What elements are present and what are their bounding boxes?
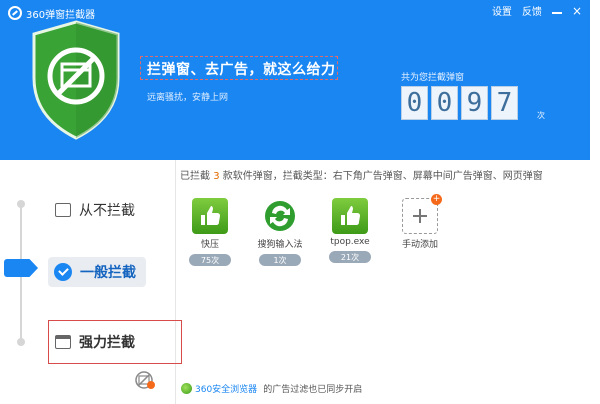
header-banner: 360弹窗拦截器 设置 反馈 × 拦弹窗、去广告，就这么给力 远离骚扰，安静上网… [0, 0, 590, 160]
blocked-apps-list: 快压 75次 搜狗输入法 1次 tpop.exe 21次 + 手动添加 [185, 194, 445, 266]
app-item[interactable]: tpop.exe 21次 [325, 198, 375, 266]
add-app-button[interactable]: + 手动添加 [395, 194, 445, 266]
popup-block-small-icon[interactable] [134, 370, 156, 390]
window-controls: 设置 反馈 × [492, 3, 582, 19]
slider-pointer-handle[interactable] [4, 259, 38, 277]
browser-name: 360安全浏览器 [195, 385, 258, 395]
window-title: 360弹窗拦截器 [26, 9, 96, 21]
sogou-icon [262, 198, 298, 234]
mode-normal-label: 一般拦截 [80, 265, 136, 281]
summary-suffix: 款软件弹窗，拦截类型：右下角广告弹窗、屏幕中间广告弹窗、网页弹窗 [222, 171, 543, 182]
app-name: tpop.exe [330, 237, 370, 247]
blocked-summary: 已拦截 3 款软件弹窗，拦截类型：右下角广告弹窗、屏幕中间广告弹窗、网页弹窗 [180, 167, 543, 182]
slider-stop-dot[interactable] [17, 338, 25, 346]
footer-notice: 360安全浏览器 的广告过滤也已同步开启 [181, 382, 362, 395]
mode-strong-label: 强力拦截 [79, 335, 135, 351]
app-name: 搜狗输入法 [257, 240, 303, 250]
app-name: 手动添加 [401, 240, 438, 250]
app-name: 快压 [200, 240, 219, 250]
add-icon: + [402, 194, 442, 234]
summary-count: 3 [213, 171, 220, 182]
mode-never-block[interactable]: 从不拦截 [55, 200, 135, 220]
counter-unit: 次 [537, 111, 545, 120]
shield-icon [32, 20, 120, 140]
window-icon [55, 335, 71, 349]
counter-digit: 9 [461, 86, 488, 120]
subslogan-text: 远离骚扰，安静上网 [147, 93, 229, 103]
counter-digit: 0 [431, 86, 458, 120]
mode-normal-block[interactable]: 一般拦截 [48, 257, 146, 287]
blocked-counter: 0 0 9 7 [401, 86, 518, 120]
title-bar: 360弹窗拦截器 [8, 5, 95, 21]
check-circle-icon [54, 263, 72, 281]
footer-text: 的广告过滤也已同步开启 [263, 385, 363, 395]
mode-selector-panel: 从不拦截 一般拦截 强力拦截 [0, 160, 182, 404]
thumbs-up-icon [332, 198, 368, 234]
close-icon[interactable]: × [572, 5, 582, 17]
app-item[interactable]: 快压 75次 [185, 198, 235, 266]
plus-badge-icon: + [431, 194, 442, 205]
popup-blocker-window: 360弹窗拦截器 设置 反馈 × 拦弹窗、去广告，就这么给力 远离骚扰，安静上网… [0, 0, 590, 404]
browser-link[interactable]: 360安全浏览器 [181, 382, 257, 395]
feedback-link[interactable]: 反馈 [522, 3, 542, 18]
slider-stop-dot[interactable] [17, 200, 25, 208]
app-block-count: 21次 [329, 251, 371, 263]
summary-prefix: 已拦截 [180, 171, 210, 182]
app-logo-icon [8, 6, 22, 20]
minimize-icon[interactable] [551, 11, 562, 14]
mode-never-label: 从不拦截 [79, 203, 135, 219]
blocked-apps-panel: 已拦截 3 款软件弹窗，拦截类型：右下角广告弹窗、屏幕中间广告弹窗、网页弹窗 快… [177, 160, 590, 404]
browser-logo-icon [181, 383, 192, 394]
checkbox-window-icon [55, 203, 71, 217]
mode-strong-block[interactable]: 强力拦截 [48, 320, 182, 364]
counter-digit: 7 [491, 86, 518, 120]
app-item[interactable]: 搜狗输入法 1次 [255, 198, 305, 266]
app-block-count: 1次 [259, 254, 301, 266]
counter-label: 共为您拦截弹窗 [401, 73, 465, 83]
app-block-count: 75次 [189, 254, 231, 266]
counter-digit: 0 [401, 86, 428, 120]
slogan-text: 拦弹窗、去广告，就这么给力 [147, 62, 336, 78]
settings-link[interactable]: 设置 [492, 3, 512, 18]
thumbs-up-icon [192, 198, 228, 234]
